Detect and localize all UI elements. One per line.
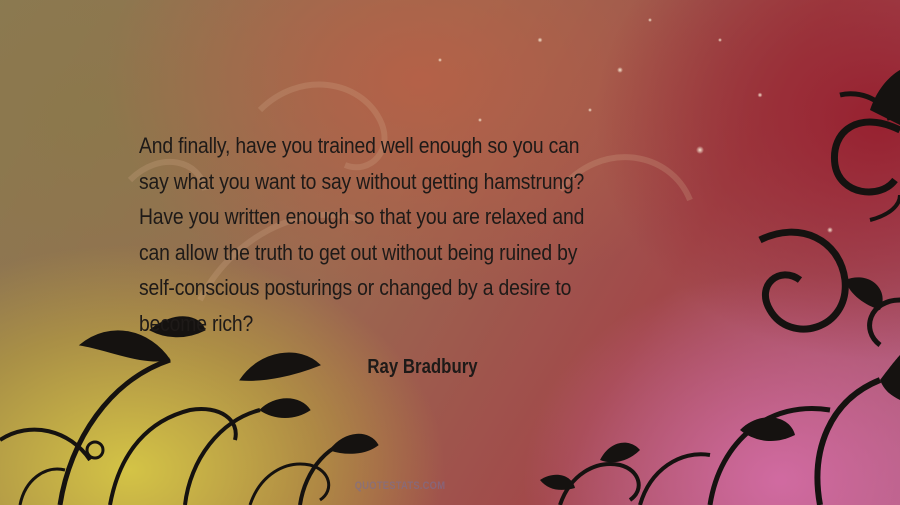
quote-line: Have you written enough so that you are … (139, 204, 585, 230)
quote-text: And finally, have you trained well enoug… (139, 128, 707, 342)
quote-card: And finally, have you trained well enoug… (0, 0, 900, 505)
leaf-silhouette (0, 316, 379, 505)
site-watermark: QUOTESTATS.COM (354, 480, 446, 492)
quote-line: self-conscious posturings or changed by … (139, 275, 572, 301)
quote-line: can allow the truth to get out without b… (139, 239, 578, 265)
quote-line: say what you want to say without getting… (139, 168, 585, 194)
quote-line: become rich? (139, 310, 254, 336)
quote-line: And finally, have you trained well enoug… (139, 133, 580, 158)
quote-author: Ray Bradbury (367, 356, 478, 378)
